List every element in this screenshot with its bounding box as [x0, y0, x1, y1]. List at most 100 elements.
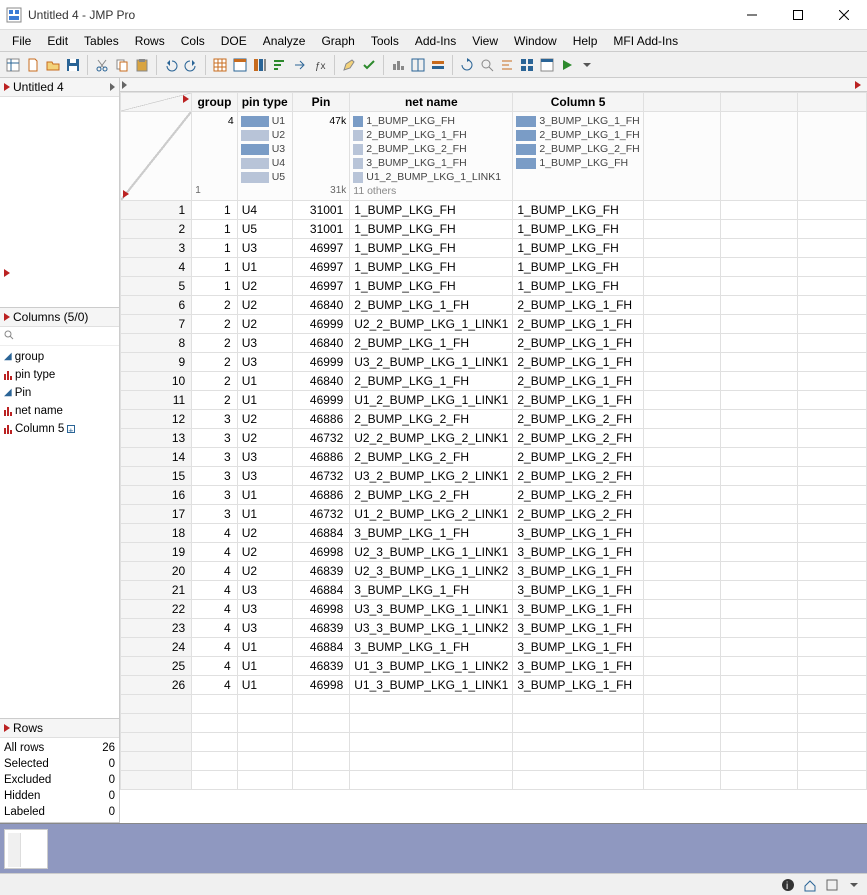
- data-grid[interactable]: grouppin typePinnet nameColumn 541U1U2U3…: [120, 92, 867, 823]
- info-icon[interactable]: i: [779, 876, 797, 894]
- cell-netname[interactable]: 1_BUMP_LKG_FH: [350, 277, 513, 296]
- open-icon[interactable]: [44, 56, 62, 74]
- cell-pin[interactable]: 46839: [292, 619, 350, 638]
- cell-pin[interactable]: 31001: [292, 220, 350, 239]
- refresh-icon[interactable]: [458, 56, 476, 74]
- cell-pin[interactable]: 46998: [292, 676, 350, 695]
- status-menu-icon[interactable]: [845, 876, 863, 894]
- cell-blank[interactable]: [798, 543, 867, 562]
- cell-pintype[interactable]: U1: [237, 676, 292, 695]
- rows-stat-hidden[interactable]: Hidden0: [4, 788, 115, 804]
- cell-blank[interactable]: [720, 581, 797, 600]
- cell-blank[interactable]: [798, 581, 867, 600]
- cell-column5[interactable]: 1_BUMP_LKG_FH: [513, 201, 643, 220]
- cell-group[interactable]: 2: [192, 315, 238, 334]
- cut-icon[interactable]: [93, 56, 111, 74]
- cell-column5[interactable]: 3_BUMP_LKG_1_FH: [513, 638, 643, 657]
- cell-group[interactable]: 4: [192, 543, 238, 562]
- search-icon[interactable]: [478, 56, 496, 74]
- cell-blank[interactable]: [720, 543, 797, 562]
- cell-netname[interactable]: 1_BUMP_LKG_FH: [350, 201, 513, 220]
- cell-pin[interactable]: 46884: [292, 524, 350, 543]
- cell-blank[interactable]: [720, 600, 797, 619]
- summary-cell[interactable]: U1U2U3U4U5: [237, 112, 292, 201]
- cell-group[interactable]: 1: [192, 220, 238, 239]
- table-row[interactable]: 102U1468402_BUMP_LKG_1_FH2_BUMP_LKG_1_FH: [121, 372, 867, 391]
- column-item-pin-type[interactable]: pin type: [4, 366, 115, 384]
- row-number[interactable]: 19: [121, 543, 192, 562]
- cell-pintype[interactable]: U3: [237, 334, 292, 353]
- cell-blank[interactable]: [798, 315, 867, 334]
- cell-group[interactable]: 3: [192, 505, 238, 524]
- cell-pin[interactable]: 46997: [292, 277, 350, 296]
- cell-column5[interactable]: 2_BUMP_LKG_2_FH: [513, 410, 643, 429]
- copy-icon[interactable]: [113, 56, 131, 74]
- cell-blank[interactable]: [798, 657, 867, 676]
- row-number[interactable]: 17: [121, 505, 192, 524]
- cell-group[interactable]: 3: [192, 467, 238, 486]
- summary-pin[interactable]: 47k31k: [292, 112, 350, 201]
- cell-blank[interactable]: [643, 524, 720, 543]
- cell-group[interactable]: 4: [192, 657, 238, 676]
- cell-blank[interactable]: [643, 676, 720, 695]
- dropdown-icon[interactable]: [578, 56, 596, 74]
- table-row[interactable]: 224U346998U3_3_BUMP_LKG_1_LINK13_BUMP_LK…: [121, 600, 867, 619]
- data-table[interactable]: grouppin typePinnet nameColumn 541U1U2U3…: [120, 92, 867, 790]
- cell-group[interactable]: 4: [192, 676, 238, 695]
- cell-netname[interactable]: 2_BUMP_LKG_1_FH: [350, 296, 513, 315]
- cell-pintype[interactable]: U3: [237, 353, 292, 372]
- cell-group[interactable]: 2: [192, 334, 238, 353]
- cell-column5[interactable]: 2_BUMP_LKG_1_FH: [513, 296, 643, 315]
- cell-column5[interactable]: 2_BUMP_LKG_2_FH: [513, 486, 643, 505]
- cell-blank[interactable]: [643, 657, 720, 676]
- table-row[interactable]: 254U146839U1_3_BUMP_LKG_1_LINK23_BUMP_LK…: [121, 657, 867, 676]
- cell-blank[interactable]: [643, 296, 720, 315]
- row-number[interactable]: 26: [121, 676, 192, 695]
- cell-blank[interactable]: [720, 201, 797, 220]
- cell-pin[interactable]: 46732: [292, 429, 350, 448]
- cell-column5[interactable]: 3_BUMP_LKG_1_FH: [513, 524, 643, 543]
- cell-group[interactable]: 4: [192, 638, 238, 657]
- table-row[interactable]: 21U5310011_BUMP_LKG_FH1_BUMP_LKG_FH: [121, 220, 867, 239]
- cell-blank[interactable]: [720, 296, 797, 315]
- cell-pin[interactable]: 46840: [292, 372, 350, 391]
- minimize-button[interactable]: [729, 0, 775, 30]
- summary-corner[interactable]: [121, 112, 192, 201]
- cell-group[interactable]: 2: [192, 372, 238, 391]
- cell-blank[interactable]: [720, 638, 797, 657]
- cell-pin[interactable]: 46999: [292, 391, 350, 410]
- row-number[interactable]: 6: [121, 296, 192, 315]
- column-item-Pin[interactable]: ◢Pin: [4, 384, 115, 402]
- cell-blank[interactable]: [798, 619, 867, 638]
- cell-blank[interactable]: [720, 448, 797, 467]
- cell-pintype[interactable]: U3: [237, 600, 292, 619]
- cell-netname[interactable]: 3_BUMP_LKG_1_FH: [350, 524, 513, 543]
- row-number[interactable]: 7: [121, 315, 192, 334]
- row-number[interactable]: 8: [121, 334, 192, 353]
- row-number[interactable]: 2: [121, 220, 192, 239]
- summary-group[interactable]: 41: [192, 112, 238, 201]
- cell-pintype[interactable]: U2: [237, 524, 292, 543]
- cell-pin[interactable]: 46998: [292, 543, 350, 562]
- cell-blank[interactable]: [720, 220, 797, 239]
- table-icon[interactable]: [231, 56, 249, 74]
- column-item-net-name[interactable]: net name: [4, 402, 115, 420]
- cell-blank[interactable]: [720, 657, 797, 676]
- cell-column5[interactable]: 2_BUMP_LKG_1_FH: [513, 391, 643, 410]
- edit-icon[interactable]: [340, 56, 358, 74]
- row-number[interactable]: 22: [121, 600, 192, 619]
- run-icon[interactable]: [558, 56, 576, 74]
- table-row[interactable]: 153U346732U3_2_BUMP_LKG_2_LINK12_BUMP_LK…: [121, 467, 867, 486]
- row-number[interactable]: 15: [121, 467, 192, 486]
- view-icon[interactable]: [409, 56, 427, 74]
- cell-column5[interactable]: 3_BUMP_LKG_1_FH: [513, 619, 643, 638]
- row-number[interactable]: 13: [121, 429, 192, 448]
- arrow-icon[interactable]: [291, 56, 309, 74]
- cell-blank[interactable]: [643, 315, 720, 334]
- cell-pintype[interactable]: U1: [237, 638, 292, 657]
- transform-icon[interactable]: [389, 56, 407, 74]
- cell-netname[interactable]: U3_3_BUMP_LKG_1_LINK1: [350, 600, 513, 619]
- disclosure-icon[interactable]: [4, 83, 10, 91]
- summary-cell[interactable]: 3_BUMP_LKG_1_FH2_BUMP_LKG_1_FH2_BUMP_LKG…: [513, 112, 643, 201]
- cell-pintype[interactable]: U3: [237, 239, 292, 258]
